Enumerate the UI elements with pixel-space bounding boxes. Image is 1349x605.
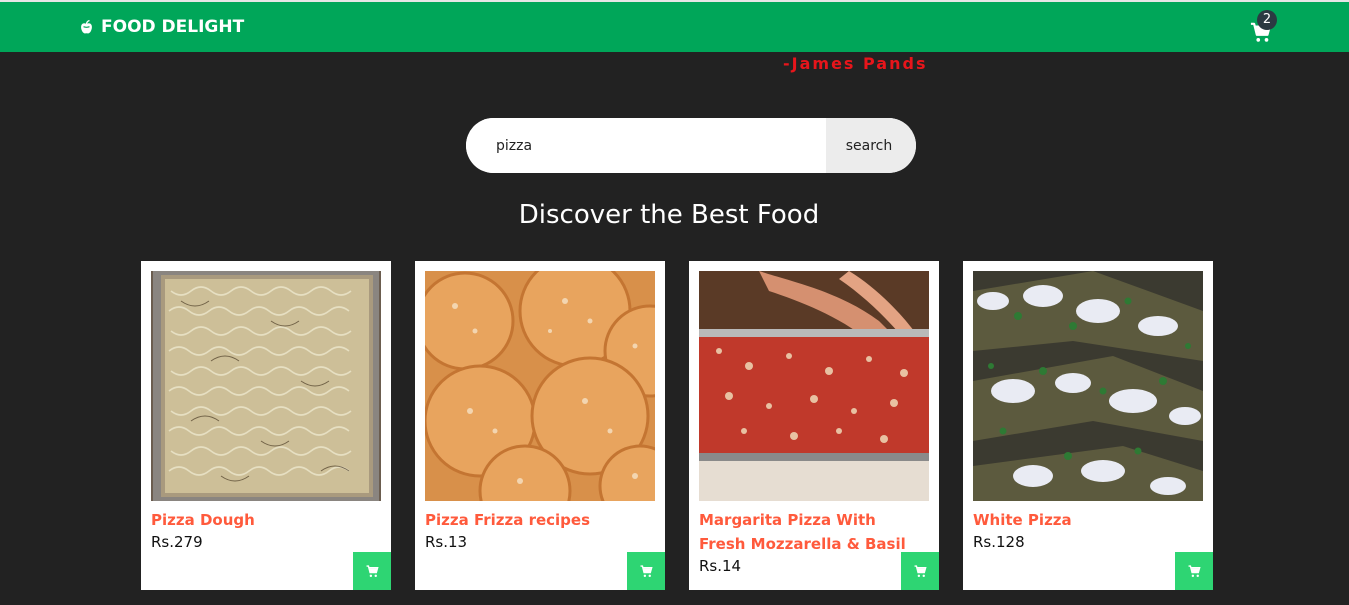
fried-dough-balls-image (425, 271, 655, 501)
product-card: Pizza Dough Rs.279 (141, 261, 391, 590)
product-card: Pizza Frizza recipes Rs.13 (415, 261, 665, 590)
product-title[interactable]: Pizza Frizza recipes (425, 508, 650, 532)
product-price: Rs.13 (425, 533, 468, 551)
product-card: Margarita Pizza With Fresh Mozzarella & … (689, 261, 939, 590)
section-title: Discover the Best Food (518, 200, 820, 230)
product-title[interactable]: Pizza Dough (151, 508, 376, 532)
brand-name: FOOD DELIGHT (101, 17, 245, 37)
add-to-cart-button[interactable] (353, 552, 391, 590)
product-price: Rs.128 (973, 533, 1025, 551)
product-image[interactable] (151, 271, 381, 501)
product-card: White Pizza Rs.128 (963, 261, 1213, 590)
search-bar: search (466, 118, 916, 173)
cart-icon (1188, 564, 1201, 577)
margarita-pizza-image (699, 271, 929, 501)
apple-whole-icon (81, 19, 92, 33)
white-pizza-image (973, 271, 1203, 501)
product-price: Rs.279 (151, 533, 203, 551)
product-title[interactable]: White Pizza (973, 508, 1198, 532)
brand-logo[interactable]: FOOD DELIGHT (78, 16, 244, 38)
search-input[interactable] (466, 118, 826, 173)
product-image[interactable] (699, 271, 929, 501)
cart-icon (640, 564, 653, 577)
pizza-dough-image (151, 271, 381, 501)
product-title[interactable]: Margarita Pizza With Fresh Mozzarella & … (699, 508, 924, 556)
cart-icon (914, 564, 927, 577)
product-image[interactable] (973, 271, 1203, 501)
add-to-cart-button[interactable] (901, 552, 939, 590)
add-to-cart-button[interactable] (1175, 552, 1213, 590)
search-button[interactable]: search (826, 118, 916, 173)
quote-author: -James Pands (783, 54, 928, 73)
product-price: Rs.14 (699, 557, 742, 575)
add-to-cart-button[interactable] (627, 552, 665, 590)
cart-count-badge: 2 (1257, 10, 1277, 30)
cart-icon (366, 564, 379, 577)
navbar: FOOD DELIGHT 2 (0, 2, 1349, 52)
product-image[interactable] (425, 271, 655, 501)
